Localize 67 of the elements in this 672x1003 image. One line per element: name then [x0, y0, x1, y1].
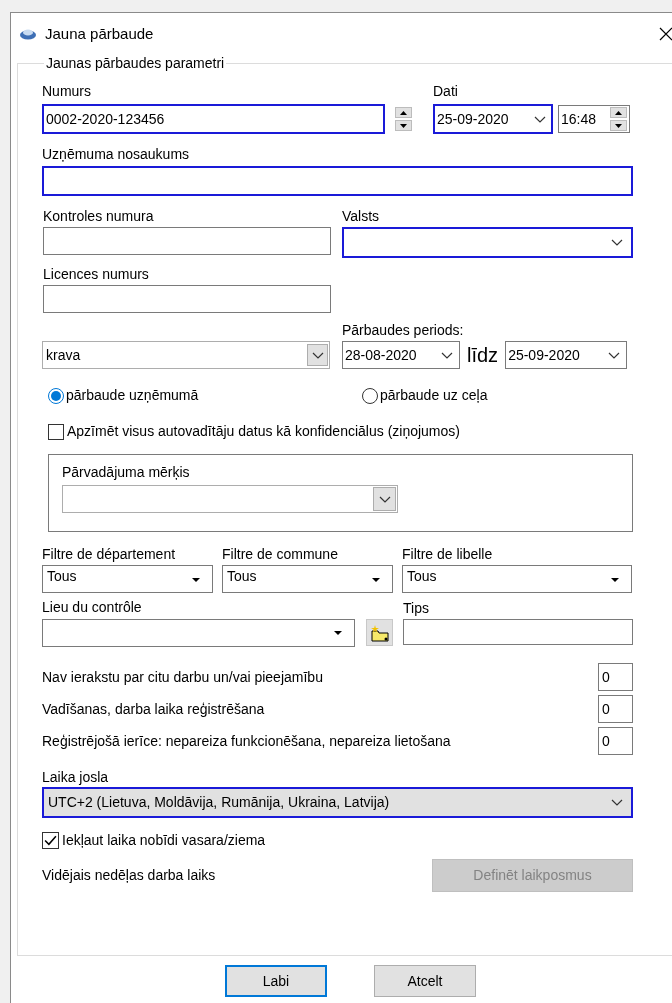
company-name-field[interactable]: [42, 166, 633, 196]
cargo-dropdown[interactable]: krava: [42, 341, 330, 369]
caret-icon: [334, 631, 342, 635]
counter-field[interactable]: 0: [598, 663, 633, 691]
up-arrow-icon: [400, 110, 407, 115]
counter-label: Vadīšanas, darba laika reģistrēšana: [42, 699, 265, 719]
chevron-icon: [441, 351, 453, 359]
filter-dropdown[interactable]: Tous: [402, 565, 632, 593]
new-folder-button[interactable]: [366, 619, 393, 646]
caret-icon: [611, 578, 619, 582]
field-label: Valsts: [342, 208, 381, 224]
chevron-icon: [611, 239, 623, 246]
field-label: Filtre de département: [42, 546, 177, 562]
down-arrow-icon: [615, 123, 622, 128]
app-icon: [20, 28, 36, 40]
counter-field[interactable]: 0: [598, 695, 633, 723]
chevron-icon: [534, 115, 546, 123]
field-label: Pārbaudes periods:: [342, 322, 465, 338]
spinner[interactable]: [610, 107, 627, 131]
date-picker[interactable]: 28-08-2020: [342, 341, 460, 369]
date-picker[interactable]: 25-09-2020: [433, 104, 553, 134]
group-title: Jaunas pārbaudes parametri: [45, 55, 226, 71]
weekly-time-label: Vidējais nedēļas darba laiks: [42, 866, 216, 885]
field-label: Pārvadājuma mērķis: [62, 464, 191, 480]
type-field[interactable]: [403, 619, 633, 645]
chevron-icon: [608, 351, 621, 359]
range-separator: līdz: [467, 345, 499, 365]
filter-dropdown[interactable]: Tous: [42, 565, 213, 593]
field-label: Filtre de commune: [222, 546, 339, 562]
chevron-icon: [611, 799, 623, 806]
dialog-button[interactable]: Atcelt: [374, 965, 476, 997]
date-picker[interactable]: 25-09-2020: [505, 341, 628, 369]
counter-field[interactable]: 0: [598, 727, 633, 755]
dialog-button[interactable]: Labi: [225, 965, 327, 997]
chevron-icon: [378, 495, 391, 503]
field-label: Uzņēmuma nosaukums: [42, 146, 191, 162]
licence-number-field[interactable]: [43, 285, 331, 313]
field-label: Filtre de libelle: [402, 546, 494, 562]
checkmark-icon: [44, 835, 57, 846]
number-field[interactable]: 0002-2020-123456: [42, 104, 385, 134]
caret-icon: [372, 578, 380, 582]
place-dropdown[interactable]: [42, 619, 355, 647]
field-label: Tips: [403, 600, 430, 616]
down-arrow-icon: [400, 123, 407, 128]
chevron-icon: [311, 351, 324, 359]
checkbox[interactable]: Iekļaut laika nobīdi vasara/ziema: [42, 830, 672, 851]
spinner[interactable]: [395, 107, 412, 131]
window-title: Jauna pārbaude: [45, 23, 154, 44]
counter-label: Reģistrējošā ierīce: nepareiza funkcionēšana, nepareiza lietošana: [42, 731, 451, 751]
country-dropdown[interactable]: [342, 227, 633, 258]
field-label: Dati: [433, 83, 459, 99]
radio-button[interactable]: pārbaude uzņēmumā: [48, 385, 362, 406]
caret-icon: [192, 578, 200, 582]
field-label: Lieu du contrôle: [42, 599, 143, 615]
field-label: Numurs: [42, 83, 92, 99]
field-label: Licences numurs: [43, 266, 150, 282]
control-number-field[interactable]: [43, 227, 331, 255]
field-label: Kontroles numura: [43, 208, 155, 224]
checkbox[interactable]: Apzīmēt visus autovadītāju datus kā konfidenciālus (ziņojumos): [42, 421, 672, 442]
up-arrow-icon: [615, 110, 622, 115]
timezone-dropdown[interactable]: UTC+2 (Lietuva, Moldāvija, Rumānija, Ukraina, Latvija): [42, 787, 633, 818]
field-label: Laika josla: [42, 769, 110, 785]
filter-dropdown[interactable]: Tous: [222, 565, 393, 593]
close-icon[interactable]: [659, 27, 672, 41]
radio-button[interactable]: pārbaude uz ceļa: [362, 385, 488, 406]
counter-label: Nav ierakstu par citu darbu un/vai pieejamību: [42, 667, 323, 687]
time-field[interactable]: 16:48: [558, 105, 630, 133]
